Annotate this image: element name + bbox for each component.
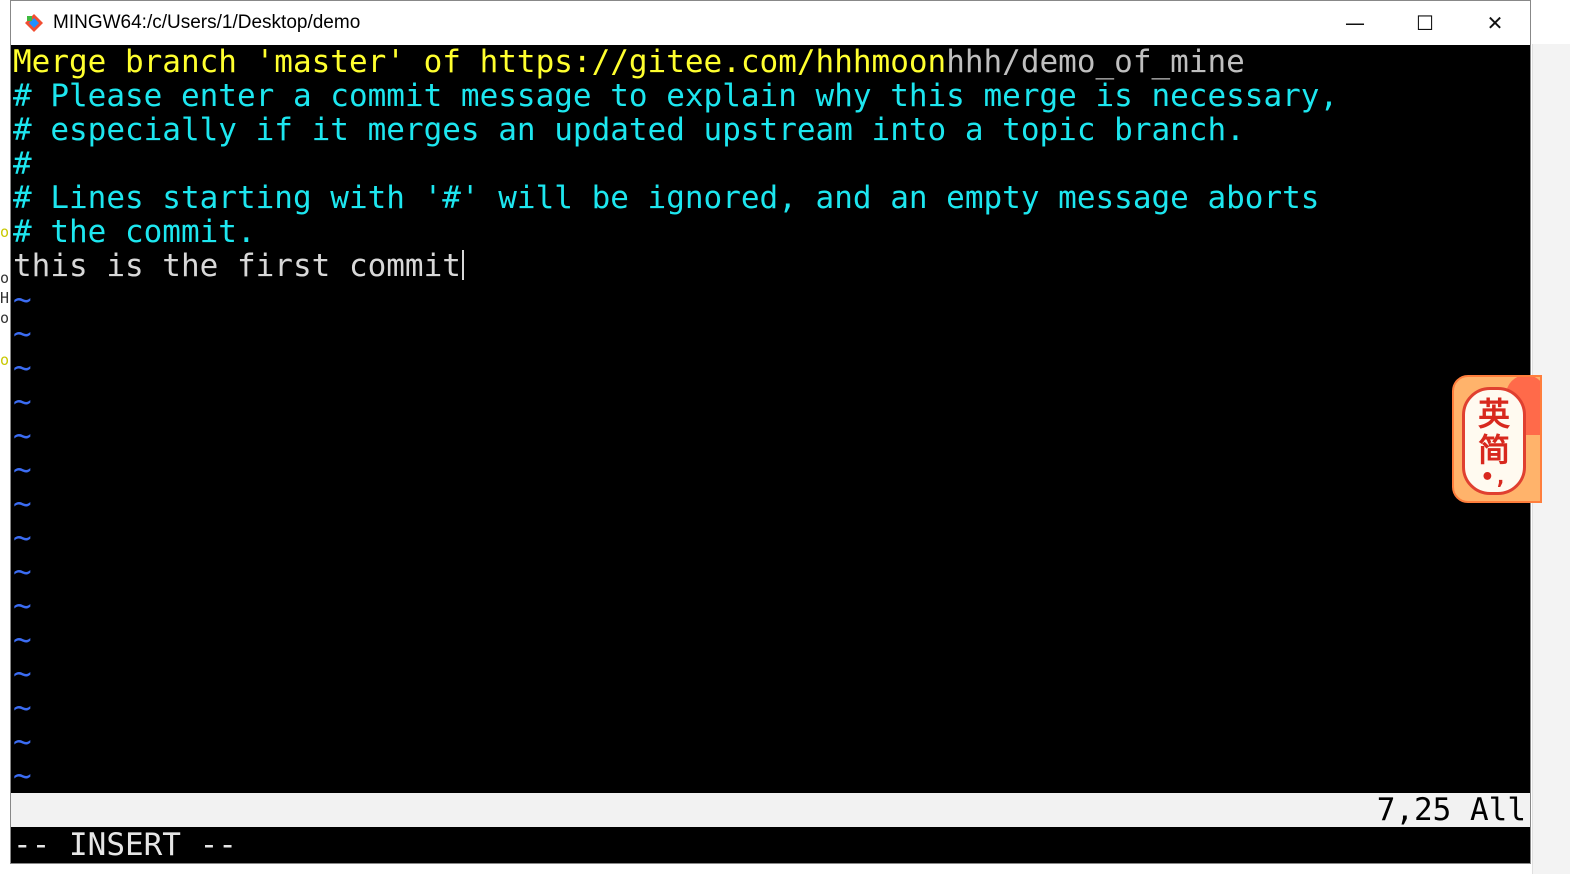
bg-char: o xyxy=(0,309,10,327)
empty-line-markers: ~ ~ ~ ~ ~ ~ ~ ~ ~ ~ ~ ~ ~ ~ ~ xyxy=(11,283,1530,793)
empty-line-tilde: ~ xyxy=(13,724,32,760)
commit-message-line[interactable]: this is the first commit xyxy=(11,249,1530,283)
comment-line: # Please enter a commit message to expla… xyxy=(13,78,1339,114)
ime-script-indicator[interactable]: 简 xyxy=(1478,432,1510,468)
bg-char: o xyxy=(0,223,10,241)
mode-indicator: -- INSERT -- xyxy=(13,827,237,863)
ime-punctuation-indicator[interactable]: •, xyxy=(1481,467,1508,489)
empty-line-tilde: ~ xyxy=(13,418,32,454)
ime-status-panel[interactable]: 英 简 •, xyxy=(1462,387,1526,495)
status-line: C:/Users/1/Desktop/demo/.git/MERGE_MSG[+… xyxy=(11,792,1530,861)
empty-line-tilde: ~ xyxy=(13,282,32,318)
bg-char: o xyxy=(0,269,10,287)
merge-message-line: Merge branch 'master' of https://gitee.c… xyxy=(11,45,1530,79)
minimize-button[interactable]: — xyxy=(1320,1,1390,45)
ime-floating-widget[interactable]: 英 简 •, xyxy=(1452,375,1542,503)
comment-line: # Lines starting with '#' will be ignore… xyxy=(13,180,1320,216)
commit-message-text[interactable]: this is the first commit xyxy=(13,248,461,284)
empty-line-tilde: ~ xyxy=(13,690,32,726)
empty-line-tilde: ~ xyxy=(13,384,32,420)
empty-line-tilde: ~ xyxy=(13,520,32,556)
window-title: MINGW64:/c/Users/1/Desktop/demo xyxy=(53,12,361,33)
comment-line: # xyxy=(13,146,32,182)
merge-url-text: Merge branch 'master' of https://gitee.c… xyxy=(13,45,947,80)
window-controls: — ☐ ✕ xyxy=(1320,1,1530,45)
empty-line-tilde: ~ xyxy=(13,588,32,624)
comment-line: # especially if it merges an updated ups… xyxy=(13,112,1245,148)
title-bar[interactable]: MINGW64:/c/Users/1/Desktop/demo — ☐ ✕ xyxy=(11,1,1530,45)
empty-line-tilde: ~ xyxy=(13,656,32,692)
ime-language-indicator[interactable]: 英 xyxy=(1478,396,1510,432)
empty-line-tilde: ~ xyxy=(13,452,32,488)
merge-url-tail: hhh/demo_of_mine xyxy=(946,45,1245,80)
empty-line-tilde: ~ xyxy=(13,316,32,352)
empty-line-tilde: ~ xyxy=(13,350,32,386)
text-cursor xyxy=(461,250,464,280)
bg-char: o xyxy=(0,351,10,369)
empty-line-tilde: ~ xyxy=(13,486,32,522)
close-button[interactable]: ✕ xyxy=(1460,1,1530,45)
maximize-button[interactable]: ☐ xyxy=(1390,1,1460,45)
empty-line-tilde: ~ xyxy=(13,554,32,590)
bg-char: H xyxy=(0,289,10,307)
empty-line-tilde: ~ xyxy=(13,758,32,794)
terminal-window: MINGW64:/c/Users/1/Desktop/demo — ☐ ✕ Me… xyxy=(10,0,1531,864)
comment-line: # the commit. xyxy=(13,214,256,250)
vim-editor[interactable]: Merge branch 'master' of https://gitee.c… xyxy=(11,45,1530,863)
empty-line-tilde: ~ xyxy=(13,622,32,658)
status-position: 7,25 All xyxy=(1376,792,1526,828)
git-bash-icon xyxy=(23,12,45,34)
